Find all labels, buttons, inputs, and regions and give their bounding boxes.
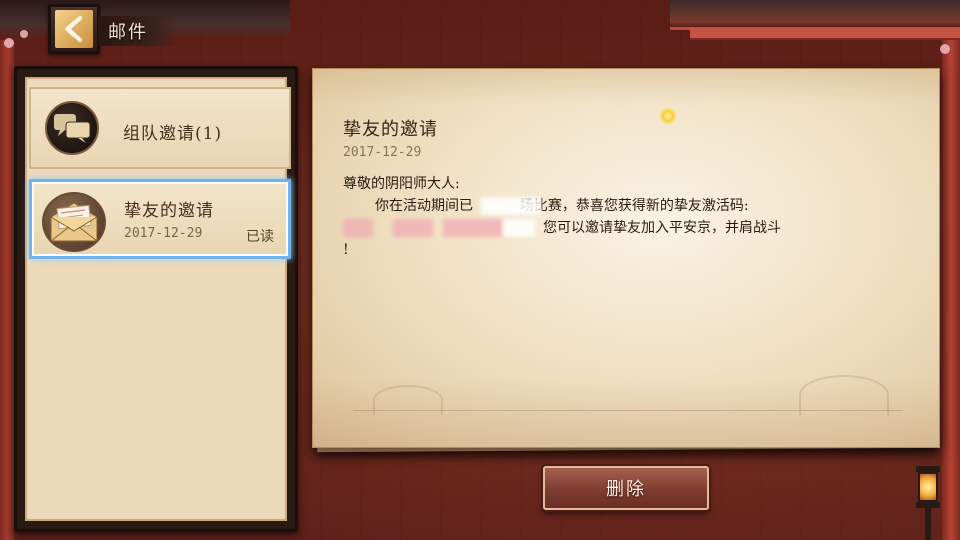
lantern-light: [918, 472, 938, 502]
letter-text: 场比赛，恭喜您获得新的挚友激活码:: [519, 198, 749, 214]
redacted-code: [343, 219, 373, 237]
back-arrow-icon: [55, 10, 93, 48]
letter-line: 你在活动期间已 场比赛，恭喜您获得新的挚友激活码:: [375, 195, 749, 217]
divider: [353, 410, 903, 411]
redacted-text: [481, 197, 541, 215]
roof-eave-right: [670, 0, 960, 30]
mail-item-team-invite[interactable]: 组队邀请(1): [29, 87, 291, 169]
letter-title: 挚友的邀请: [343, 119, 438, 140]
light-sparkle: [659, 107, 677, 125]
title-plate: 邮件: [98, 16, 178, 46]
mail-item-friend-invite[interactable]: 挚友的邀请 2017-12-29 已读: [29, 179, 291, 259]
red-beam: [690, 28, 960, 40]
pillar-right: [942, 40, 960, 540]
redacted-code: [443, 219, 503, 237]
lantern-decoration: [914, 466, 942, 540]
blossom-decoration: [20, 30, 28, 38]
pillar-left: [0, 40, 14, 540]
page-title: 邮件: [108, 22, 148, 43]
delete-button[interactable]: 删除: [543, 466, 709, 510]
redacted-code: [393, 219, 433, 237]
letter-text: 你在活动期间已: [375, 198, 473, 214]
mail-list: 组队邀请(1) 挚友的邀请 2017-12-29 已读: [25, 77, 291, 521]
mail-item-date: 2017-12-29: [124, 226, 203, 241]
back-button[interactable]: [48, 4, 100, 54]
letter-text: !: [343, 242, 349, 258]
cloud-pattern-decoration: [799, 375, 889, 415]
mail-item-title: 挚友的邀请: [124, 201, 214, 221]
read-status-badge: 已读: [246, 229, 274, 245]
mail-list-panel: 组队邀请(1) 挚友的邀请 2017-12-29 已读: [14, 66, 298, 532]
letter-greeting: 尊敬的阴阳师大人:: [343, 176, 460, 192]
letter-paper: 挚友的邀请 2017-12-29 尊敬的阴阳师大人: 你在活动期间已 场比赛，恭…: [312, 68, 940, 448]
blossom-decoration: [940, 44, 950, 54]
open-envelope-icon: [42, 192, 106, 252]
letter-text: 您可以邀请挚友加入平安京，并肩战斗: [543, 220, 781, 236]
mail-item-title: 组队邀请(1): [123, 124, 223, 144]
letter-date: 2017-12-29: [343, 145, 422, 160]
lantern-pole: [925, 508, 931, 540]
paper-band: [313, 69, 939, 105]
blossom-decoration: [4, 38, 14, 48]
redacted-code: [503, 219, 535, 237]
chat-bubbles-icon: [45, 101, 99, 155]
